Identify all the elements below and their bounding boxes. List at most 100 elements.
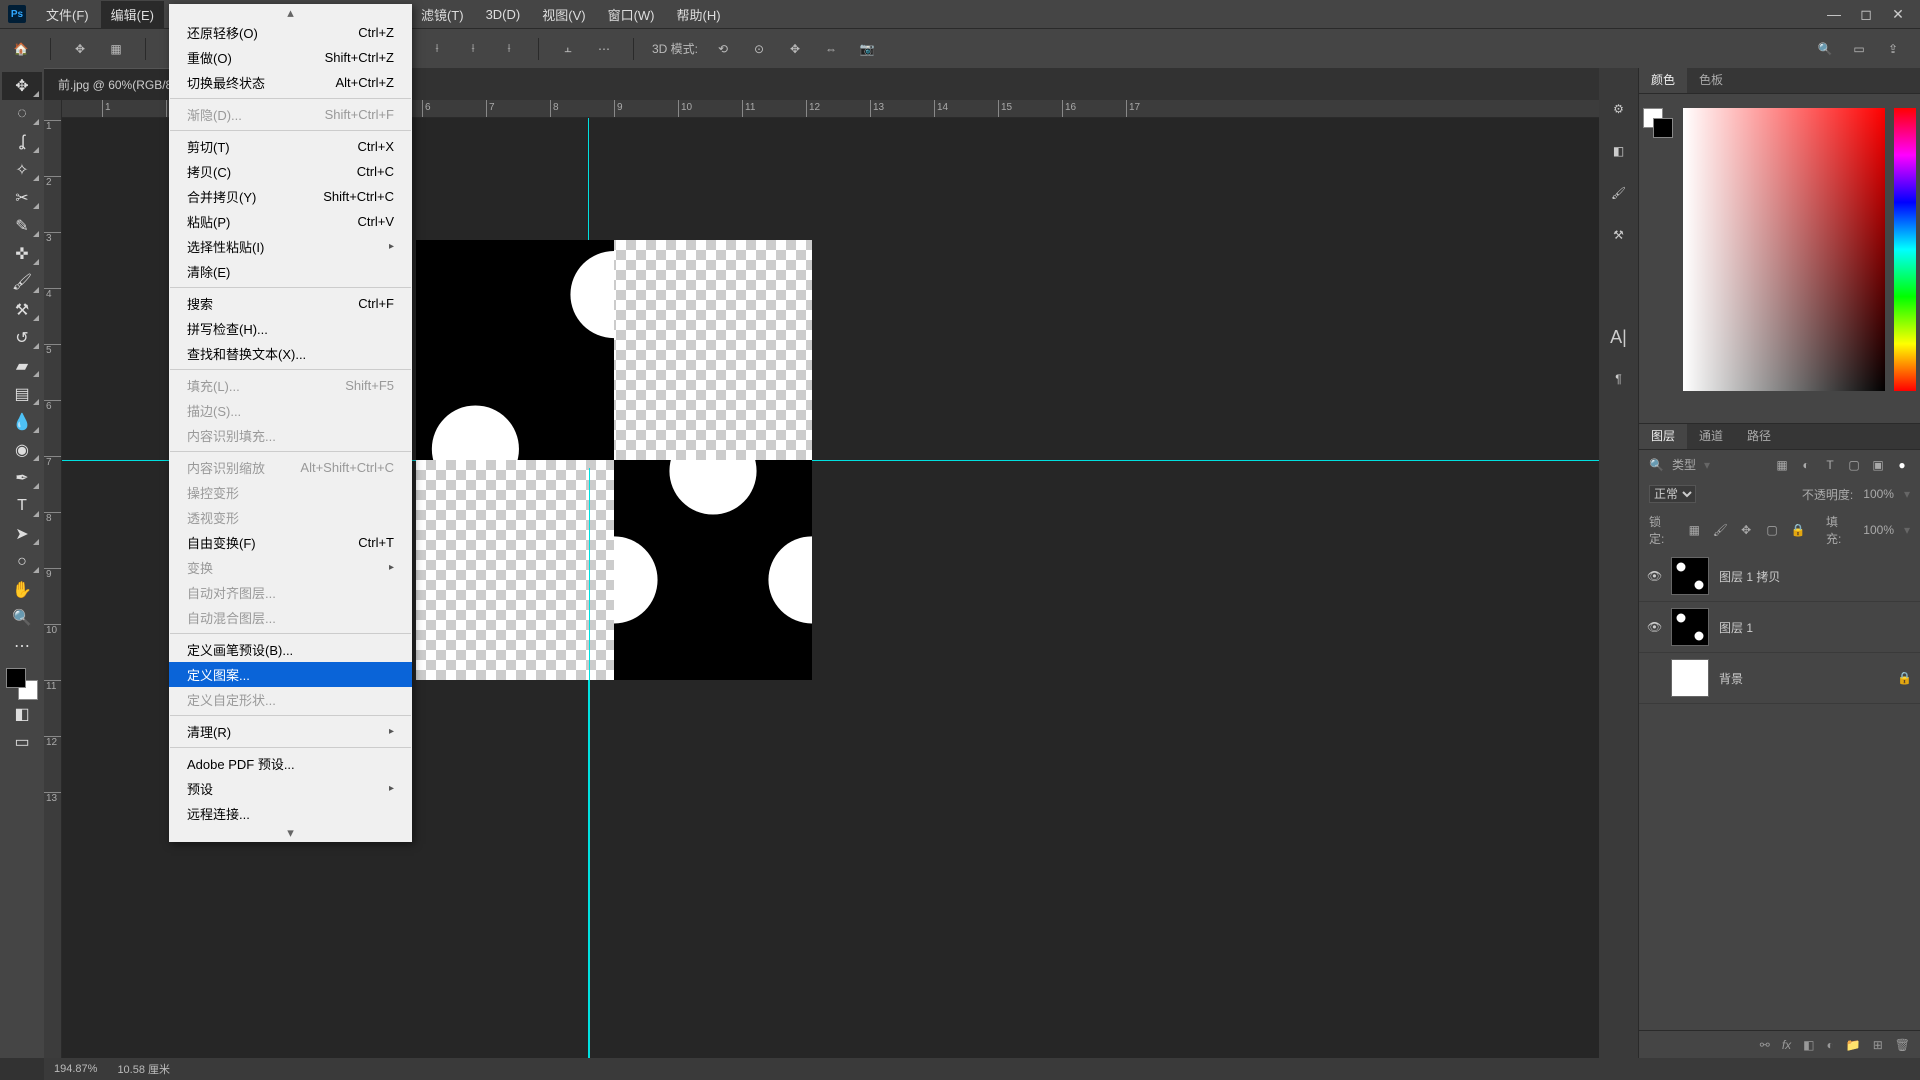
distribute-center-icon[interactable]: ⟊ [462,38,484,60]
3d-camera-icon[interactable]: 📷 [856,38,878,60]
dodge-tool[interactable]: ◉ [2,436,42,464]
menu-3d[interactable]: 3D(D) [476,3,531,26]
adjustment-layer-icon[interactable]: ◐ [1827,1038,1834,1052]
healing-brush-tool[interactable]: ✜ [2,240,42,268]
edit-toolbar[interactable]: ⋯ [2,632,42,660]
brushes-icon[interactable]: 🖌 [1608,182,1630,204]
menu-item[interactable]: 定义画笔预设(B)... [169,637,412,662]
tab-swatches[interactable]: 色板 [1687,66,1735,93]
eraser-tool[interactable]: ▰ [2,352,42,380]
fg-color-swatch[interactable] [6,668,26,688]
menu-window[interactable]: 窗口(W) [598,1,665,28]
menu-item[interactable]: Adobe PDF 预设... [169,751,412,776]
menu-item[interactable]: 切换最终状态Alt+Ctrl+Z [169,70,412,95]
distribute-bottom-icon[interactable]: ⟊ [498,38,520,60]
tab-color[interactable]: 颜色 [1639,66,1687,93]
menu-view[interactable]: 视图(V) [532,1,595,28]
menu-item[interactable]: 重做(O)Shift+Ctrl+Z [169,45,412,70]
fill-value[interactable]: 100% [1863,523,1894,537]
menu-scroll-up-icon[interactable]: ▴ [169,6,412,20]
menu-help[interactable]: 帮助(H) [667,1,731,28]
menu-item[interactable]: 剪切(T)Ctrl+X [169,134,412,159]
menu-item[interactable]: 定义图案... [169,662,412,687]
lasso-tool[interactable]: ʆ [2,128,42,156]
path-selection-tool[interactable]: ➤ [2,520,42,548]
menu-item[interactable]: 清理(R)▸ [169,719,412,744]
menu-item[interactable]: 粘贴(P)Ctrl+V [169,209,412,234]
lock-all-icon[interactable]: 🔒 [1790,522,1806,538]
menu-item[interactable]: 合并拷贝(Y)Shift+Ctrl+C [169,184,412,209]
brush-settings-icon[interactable]: ⚒ [1608,224,1630,246]
hand-tool[interactable]: ✋ [2,576,42,604]
search-icon[interactable]: 🔍 [1814,38,1836,60]
layer-row[interactable]: 👁 图层 1 拷贝 [1639,551,1920,602]
layer-mask-icon[interactable]: ◧ [1803,1038,1814,1052]
menu-item[interactable]: 远程连接... [169,801,412,826]
search-icon[interactable]: 🔍 [1649,458,1664,472]
workspace-icon[interactable]: ▭ [1848,38,1870,60]
filter-type-icon[interactable]: T [1822,457,1838,473]
hue-slider[interactable] [1894,108,1916,391]
menu-item[interactable]: 自由变换(F)Ctrl+T [169,530,412,555]
brush-tool[interactable]: 🖌 [2,268,42,296]
layer-name[interactable]: 图层 1 [1719,619,1753,636]
history-brush-tool[interactable]: ↺ [2,324,42,352]
quick-mask-toggle[interactable]: ◧ [2,700,42,728]
blur-tool[interactable]: 💧 [2,408,42,436]
lock-position-icon[interactable]: ✥ [1738,522,1754,538]
menu-item[interactable]: 选择性粘贴(I)▸ [169,234,412,259]
layer-fx-icon[interactable]: fx [1782,1038,1791,1052]
zoom-tool[interactable]: 🔍 [2,604,42,632]
distribute-top-icon[interactable]: ⟊ [426,38,448,60]
3d-slide-icon[interactable]: ⇔ [820,38,842,60]
layer-row[interactable]: 👁 图层 1 [1639,602,1920,653]
screen-mode-toggle[interactable]: ▭ [2,728,42,756]
menu-item[interactable]: 清除(E) [169,259,412,284]
delete-layer-icon[interactable]: 🗑 [1895,1038,1910,1052]
panel-bg-swatch[interactable] [1653,118,1673,138]
blend-mode-select[interactable]: 正常 [1649,485,1696,503]
close-button[interactable]: ✕ [1888,4,1908,24]
paragraph-icon[interactable]: ¶ [1608,368,1630,390]
filter-smart-icon[interactable]: ▣ [1870,457,1886,473]
type-tool[interactable]: T [2,492,42,520]
document-info[interactable]: 10.58 厘米 [117,1061,170,1077]
visibility-toggle[interactable]: 👁 [1647,620,1661,634]
move-tool-icon[interactable]: ✥ [69,38,91,60]
link-layers-icon[interactable]: ⚯ [1760,1038,1770,1052]
crop-tool[interactable]: ✂ [2,184,42,212]
maximize-button[interactable]: ◻ [1856,4,1876,24]
filter-adjust-icon[interactable]: ◐ [1798,457,1814,473]
move-tool[interactable]: ✥ [2,72,42,100]
marquee-tool[interactable]: ◌ [2,100,42,128]
3d-pan-icon[interactable]: ✥ [784,38,806,60]
new-layer-icon[interactable]: ⊞ [1873,1038,1883,1052]
gradient-tool[interactable]: ▤ [2,380,42,408]
guide-vertical-2[interactable] [589,468,590,1058]
3d-orbit-icon[interactable]: ⟲ [712,38,734,60]
menu-item[interactable]: 拷贝(C)Ctrl+C [169,159,412,184]
character-icon[interactable]: A| [1608,326,1630,348]
menu-item[interactable]: 预设▸ [169,776,412,801]
adjustments-icon[interactable]: ⚙ [1608,98,1630,120]
minimize-button[interactable]: — [1824,4,1844,24]
tab-paths[interactable]: 路径 [1735,422,1783,449]
3d-roll-icon[interactable]: ⊙ [748,38,770,60]
visibility-toggle[interactable]: 👁 [1647,569,1661,583]
menu-item[interactable]: 查找和替换文本(X)... [169,341,412,366]
zoom-level[interactable]: 194.87% [54,1063,97,1075]
layer-thumbnail[interactable] [1671,608,1709,646]
shape-tool[interactable]: ○ [2,548,42,576]
menu-file[interactable]: 文件(F) [36,1,99,28]
color-field[interactable] [1683,108,1885,391]
document-canvas[interactable] [416,240,812,680]
layer-thumbnail[interactable] [1671,659,1709,697]
layer-name[interactable]: 图层 1 拷贝 [1719,568,1780,585]
layer-name[interactable]: 背景 [1719,670,1743,687]
filter-toggle-icon[interactable]: ● [1894,457,1910,473]
opacity-value[interactable]: 100% [1863,487,1894,501]
layer-row[interactable]: 背景🔒 [1639,653,1920,704]
lock-pixels-icon[interactable]: ▦ [1686,522,1702,538]
tab-channels[interactable]: 通道 [1687,422,1735,449]
menu-item[interactable]: 搜索Ctrl+F [169,291,412,316]
